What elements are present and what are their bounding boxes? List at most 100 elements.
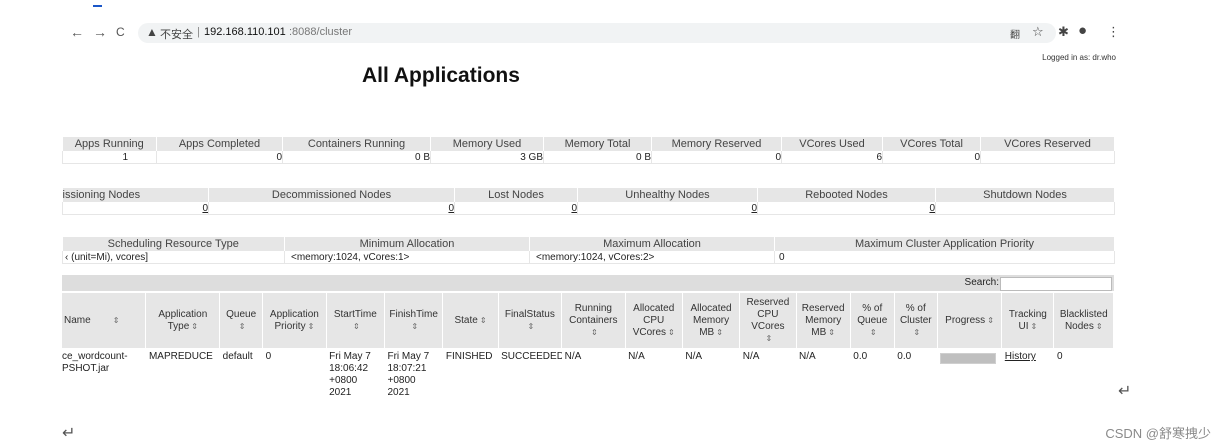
cell-allocated-cpu: N/A [628,351,645,362]
cell-name: ce_wordcount- PSHOT.jar [62,348,146,402]
sort-icon[interactable]: ⇕ [766,334,773,343]
search-label: Search: [964,277,999,288]
col-blacklisted-nodes[interactable]: Blacklisted Nodes ⇕ [1053,293,1114,348]
header-lost-nodes: Lost Nodes [454,188,578,202]
value-apps-running: 1 [62,151,157,164]
col-application-type-label: Application Type [158,308,208,332]
value-apps-completed: 0 [156,151,283,164]
col-pct-queue-label: % of Queue [857,302,888,326]
sort-icon[interactable]: ⇕ [528,322,535,331]
header-maximum-allocation: Maximum Allocation [529,237,775,251]
sort-icon[interactable]: ⇕ [1096,322,1103,331]
reload-icon[interactable]: C [116,25,125,39]
header-memory-used: Memory Used [430,137,544,151]
value-rebooted-nodes[interactable]: 0 [757,202,936,215]
return-symbol: ↵ [62,425,76,442]
header-vcores-total: VCores Total [882,137,981,151]
cell-application-type: MAPREDUCE [148,351,213,362]
warning-icon[interactable]: ▲ [146,25,158,39]
cell-priority: 0 [265,351,272,362]
sort-icon[interactable]: ⇕ [870,328,877,337]
sort-icon[interactable]: ⇕ [987,316,994,325]
value-memory-total: 0 B [543,151,652,164]
table-row[interactable]: ce_wordcount- PSHOT.jar MAPREDUCE defaul… [62,348,1114,402]
col-pct-queue[interactable]: % of Queue ⇕ [850,293,895,348]
cell-progress [937,348,1002,402]
header-unhealthy-nodes: Unhealthy Nodes [577,188,758,202]
url-host: 192.168.110.101 [204,26,286,38]
col-reserved-memory[interactable]: Reserved Memory MB ⇕ [796,293,851,348]
sort-icon[interactable]: ⇕ [411,322,418,331]
bookmark-star-icon[interactable]: ☆ [1032,24,1044,40]
header-vcores-used: VCores Used [781,137,883,151]
sort-icon[interactable]: ⇕ [308,322,315,331]
header-minimum-allocation: Minimum Allocation [284,237,530,251]
sort-icon[interactable]: ⇕ [113,316,120,325]
url-path: :8088/cluster [289,26,352,38]
sort-icon[interactable]: ⇕ [1031,322,1038,331]
value-decommissioning-nodes[interactable]: 0 [62,202,209,215]
col-pct-cluster[interactable]: % of Cluster ⇕ [894,293,938,348]
value-decommissioned-nodes[interactable]: 0 [208,202,455,215]
extensions-icon[interactable]: ✱ [1058,24,1069,40]
col-state[interactable]: State ⇕ [442,293,499,348]
col-running-containers-label: Running Containers [569,302,618,326]
col-progress[interactable]: Progress ⇕ [937,293,1003,348]
col-application-type[interactable]: Application Type ⇕ [145,293,221,348]
col-reserved-cpu[interactable]: Reserved CPU VCores ⇕ [739,293,797,348]
cell-reserved-cpu: N/A [742,351,760,362]
menu-icon[interactable]: ⋮ [1107,24,1120,40]
history-link[interactable]: History [1005,351,1036,362]
col-tracking-ui-label: Tracking UI [1008,308,1047,332]
forward-icon[interactable]: → [93,24,107,40]
col-finish-time[interactable]: FinishTime ⇕ [384,293,444,348]
header-containers-running: Containers Running [282,137,431,151]
value-lost-nodes[interactable]: 0 [454,202,578,215]
search-input[interactable] [1000,277,1112,291]
col-running-containers[interactable]: Running Containers ⇕ [561,293,626,348]
col-application-priority[interactable]: Application Priority ⇕ [262,293,327,348]
sort-icon[interactable]: ⇕ [191,322,198,331]
header-rebooted-nodes: Rebooted Nodes [757,188,936,202]
back-icon[interactable]: ← [70,24,84,40]
col-finish-time-label: FinishTime [389,308,438,320]
value-unhealthy-nodes[interactable]: 0 [577,202,758,215]
col-tracking-ui[interactable]: Tracking UI ⇕ [1001,293,1055,348]
app-name-line2: PSHOT.jar [62,363,110,374]
sort-icon[interactable]: ⇕ [353,322,360,331]
sort-icon[interactable]: ⇕ [668,328,675,337]
profile-icon[interactable]: ● [1078,22,1087,39]
col-final-status[interactable]: FinalStatus ⇕ [498,293,563,348]
logged-in-label: Logged in as: dr.who [1042,53,1116,62]
header-memory-total: Memory Total [543,137,652,151]
sort-icon[interactable]: ⇕ [828,328,835,337]
header-apps-completed: Apps Completed [156,137,283,151]
col-allocated-memory[interactable]: Allocated Memory MB ⇕ [682,293,741,348]
progress-fill [941,354,996,363]
app-name-line1: ce_wordcount- [62,351,128,362]
translate-icon[interactable]: 翻 [1010,26,1020,41]
col-name[interactable]: Name ⇕ [62,293,147,348]
sort-icon[interactable]: ⇕ [239,322,246,331]
value-vcores-total: 0 [882,151,981,164]
cell-pct-cluster: 0.0 [897,351,912,362]
header-decommissioned-nodes: Decommissioned Nodes [208,188,455,202]
sort-icon[interactable]: ⇕ [913,328,920,337]
top-marker [93,5,102,7]
cell-queue: default [222,351,253,362]
sort-icon[interactable]: ⇕ [591,328,598,337]
col-queue[interactable]: Queue ⇕ [219,293,264,348]
value-vcores-reserved [980,151,1115,164]
cell-pct-queue: 0.0 [853,351,868,362]
scheduler-metrics-table: Scheduling Resource Type Minimum Allocat… [62,237,1115,264]
header-decommissioning-nodes: issioning Nodes [62,188,209,202]
page-title: All Applications [362,64,520,87]
cell-state: FINISHED [445,351,493,362]
sort-icon[interactable]: ⇕ [480,316,487,325]
applications-table: Name ⇕ Application Type ⇕ Queue ⇕ Applicati… [62,293,1114,402]
col-start-time[interactable]: StartTime ⇕ [326,293,385,348]
col-allocated-cpu[interactable]: Allocated CPU VCores ⇕ [625,293,683,348]
sort-icon[interactable]: ⇕ [716,328,723,337]
value-max-cluster-app-priority: 0 [774,251,1115,264]
address-bar[interactable]: ▲ 不安全 | 192.168.110.101 :8088/cluster [138,23,1056,43]
